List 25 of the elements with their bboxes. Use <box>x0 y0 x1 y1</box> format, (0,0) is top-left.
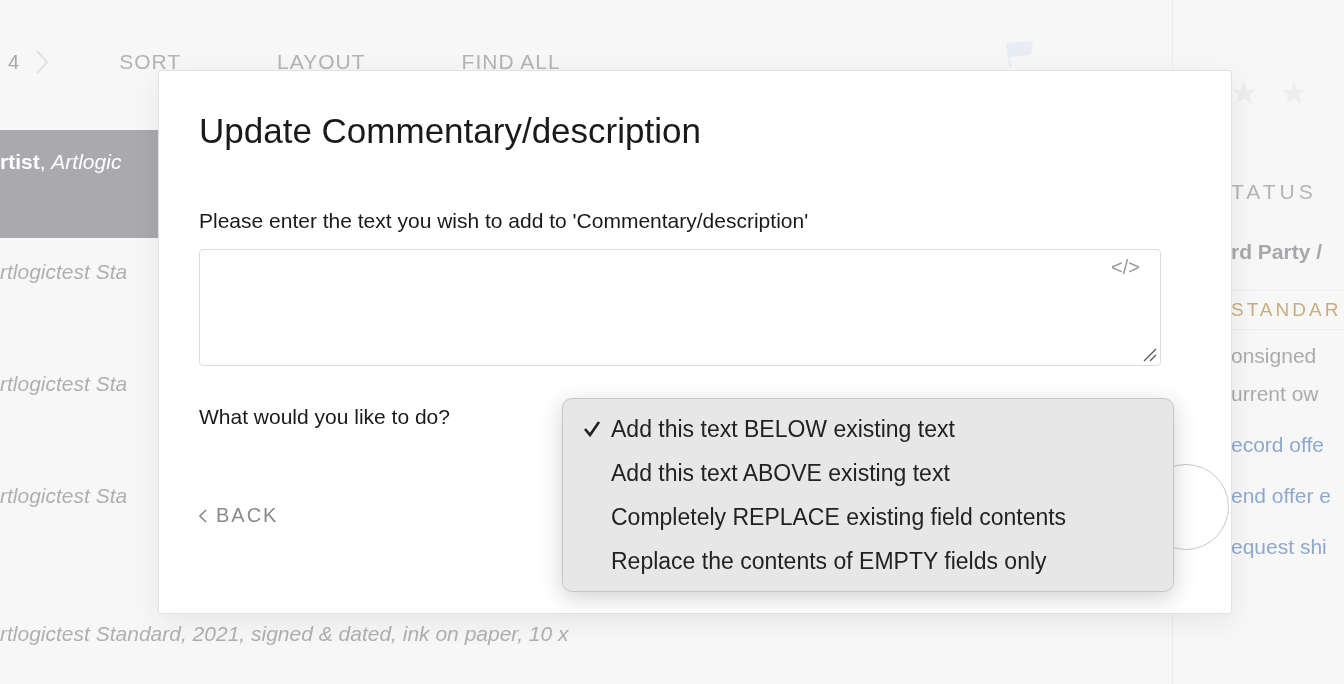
owner-type: rd Party / <box>1231 240 1324 264</box>
prompt-text: Please enter the text you wish to add to 'Commentary/description' <box>199 209 809 233</box>
menu-option[interactable]: Add this text BELOW existing text <box>563 407 1173 451</box>
toolbar-action[interactable]: LAYOUT <box>277 50 366 74</box>
toolbar-action[interactable]: SORT <box>119 50 182 74</box>
menu-option[interactable]: Add this text ABOVE existing text <box>563 451 1173 495</box>
text-area[interactable]: </> <box>199 249 1161 366</box>
page-count: 4 <box>8 50 20 74</box>
action-link[interactable]: end offer e <box>1231 484 1344 508</box>
menu-option[interactable]: Replace the contents of EMPTY fields only <box>563 539 1173 583</box>
fact-text: urrent ow <box>1231 382 1320 406</box>
action-link[interactable]: equest shi <box>1231 535 1344 559</box>
chevron-left-icon <box>199 508 207 523</box>
toolbar-action[interactable]: FIND ALL <box>461 50 561 74</box>
action-link[interactable]: ecord offe <box>1231 433 1344 457</box>
code-toggle[interactable]: </> <box>1111 256 1140 279</box>
question-text: What would you like to do? <box>199 405 450 429</box>
dialog-title: Update Commentary/description <box>199 111 701 151</box>
section-heading: TATUS <box>1231 180 1318 204</box>
resize-grip-icon[interactable] <box>1143 348 1157 362</box>
back-button[interactable]: BACK <box>199 504 279 527</box>
fact-text: onsigned <box>1231 344 1318 368</box>
checkmark-icon <box>583 420 601 438</box>
star-icon <box>1231 80 1257 106</box>
menu-option[interactable]: Completely REPLACE existing field contents <box>563 495 1173 539</box>
